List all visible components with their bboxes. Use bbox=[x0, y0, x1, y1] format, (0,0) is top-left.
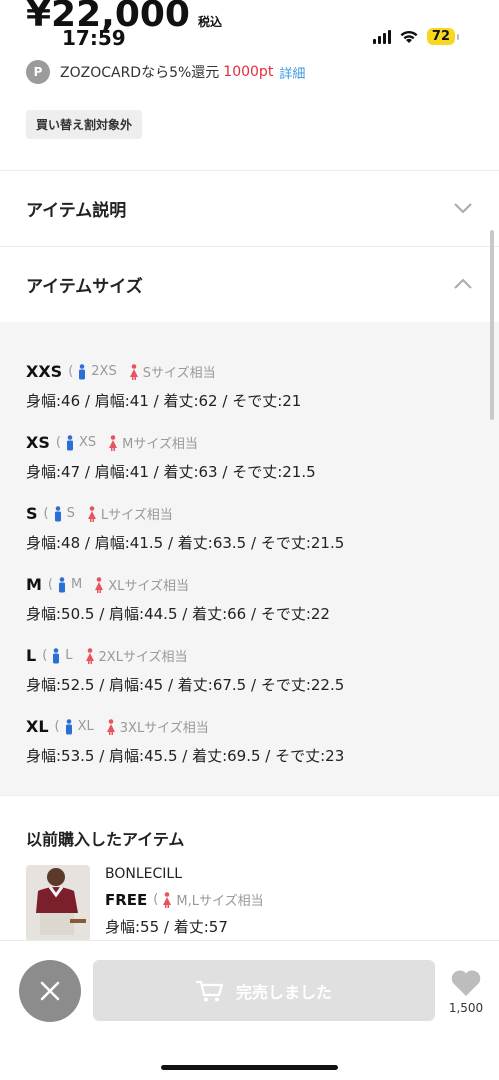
size-row-xxs: XXS ( 2XS Sサイズ相当 身幅:46 / 肩幅:41 / 着丈:62 /… bbox=[26, 362, 302, 410]
favorite-button[interactable]: 1,500 bbox=[446, 969, 486, 1015]
battery-icon: 72 bbox=[426, 28, 459, 45]
wifi-icon bbox=[400, 30, 418, 43]
size-name: FREE bbox=[105, 890, 148, 909]
heart-icon bbox=[451, 970, 481, 996]
female-size: M,Lサイズ相当 bbox=[176, 894, 264, 909]
male-icon bbox=[65, 718, 72, 734]
size-row-xl: XL ( XL 3XLサイズ相当 身幅:53.5 / 肩幅:45.5 / 着丈:… bbox=[26, 717, 345, 765]
female-icon bbox=[87, 505, 96, 522]
signal-icon bbox=[372, 29, 391, 44]
scrollbar[interactable] bbox=[490, 230, 494, 420]
size-row-s: S ( S Lサイズ相当 身幅:48 / 肩幅:41.5 / 着丈:63.5 /… bbox=[26, 504, 345, 552]
status-icons: 72 bbox=[372, 28, 459, 45]
size-dimensions: 身幅:48 / 肩幅:41.5 / 着丈:63.5 / そで丈:21.5 bbox=[26, 534, 345, 552]
close-icon bbox=[40, 981, 60, 1001]
sold-out-button[interactable]: 完売しました bbox=[93, 960, 435, 1021]
male-size: M bbox=[71, 577, 83, 592]
accordion-size[interactable]: アイテムサイズ bbox=[0, 247, 499, 321]
size-name: L bbox=[26, 646, 37, 665]
accordion-description[interactable]: アイテム説明 bbox=[0, 171, 499, 245]
size-name: S bbox=[26, 504, 38, 523]
cart-icon bbox=[195, 980, 224, 1001]
male-icon bbox=[53, 647, 60, 663]
close-button[interactable] bbox=[19, 960, 81, 1022]
size-row-xs: XS ( XS Mサイズ相当 身幅:47 / 肩幅:41 / 着丈:63 / そ… bbox=[26, 433, 316, 481]
size-row-l: L ( L 2XLサイズ相当 身幅:52.5 / 肩幅:45 / 着丈:67.5… bbox=[26, 646, 345, 694]
size-name: XS bbox=[26, 433, 50, 452]
female-size: Sサイズ相当 bbox=[142, 366, 216, 381]
previous-item-size: FREE ( M,Lサイズ相当 bbox=[105, 890, 264, 910]
favorite-count: 1,500 bbox=[448, 1001, 484, 1015]
male-icon bbox=[66, 434, 73, 450]
card-detail-link[interactable]: 詳細 bbox=[279, 63, 305, 82]
sold-out-label: 完売しました bbox=[235, 982, 332, 1002]
size-dimensions: 身幅:52.5 / 肩幅:45 / 着丈:67.5 / そで丈:22.5 bbox=[26, 676, 345, 694]
female-size: XLサイズ相当 bbox=[108, 579, 189, 594]
female-size: Lサイズ相当 bbox=[100, 508, 173, 523]
size-row-m: M ( M XLサイズ相当 身幅:50.5 / 肩幅:44.5 / 着丈:66 … bbox=[26, 575, 330, 623]
size-name: XXS bbox=[26, 362, 63, 381]
previous-item-dimensions: 身幅:55 / 着丈:57 bbox=[105, 918, 228, 936]
female-icon bbox=[106, 718, 115, 735]
size-table: XXS ( 2XS Sサイズ相当 身幅:46 / 肩幅:41 / 着丈:62 /… bbox=[0, 322, 499, 795]
female-icon bbox=[163, 891, 172, 908]
zozocard-row: P ZOZOCARDなら5%還元 1000pt 詳細 bbox=[26, 60, 305, 84]
previous-item-thumbnail[interactable] bbox=[26, 865, 90, 941]
status-time: 17:59 bbox=[62, 26, 126, 50]
previous-item-brand: BONLECILL bbox=[105, 866, 182, 882]
card-points: 1000pt bbox=[223, 64, 274, 80]
female-icon bbox=[85, 647, 94, 664]
male-size: XL bbox=[77, 719, 94, 734]
card-text: ZOZOCARDなら5%還元 bbox=[60, 65, 220, 81]
size-dimensions: 身幅:53.5 / 肩幅:45.5 / 着丈:69.5 / そで丈:23 bbox=[26, 747, 345, 765]
female-icon bbox=[109, 434, 118, 451]
size-dimensions: 身幅:47 / 肩幅:41 / 着丈:63 / そで丈:21.5 bbox=[26, 463, 316, 481]
trade-in-tag: 買い替え割対象外 bbox=[26, 110, 143, 139]
size-dimensions: 身幅:50.5 / 肩幅:44.5 / 着丈:66 / そで丈:22 bbox=[26, 605, 330, 623]
male-size: 2XS bbox=[91, 364, 117, 379]
male-icon bbox=[79, 363, 86, 379]
male-size: S bbox=[66, 506, 75, 521]
female-icon bbox=[95, 576, 104, 593]
size-name: XL bbox=[26, 717, 49, 736]
female-size: Mサイズ相当 bbox=[122, 437, 198, 452]
chevron-down-icon bbox=[453, 198, 473, 218]
female-size: 2XLサイズ相当 bbox=[98, 650, 188, 665]
male-icon bbox=[59, 576, 65, 592]
size-name: M bbox=[26, 575, 42, 594]
size-dimensions: 身幅:46 / 肩幅:41 / 着丈:62 / そで丈:21 bbox=[26, 392, 302, 410]
accordion-size-title: アイテムサイズ bbox=[26, 276, 143, 297]
female-icon bbox=[129, 363, 138, 380]
tax-label: 税込 bbox=[197, 15, 222, 29]
divider bbox=[0, 795, 499, 796]
male-size: L bbox=[65, 648, 73, 663]
bottom-action-bar: 完売しました 1,500 bbox=[0, 940, 499, 1080]
accordion-description-title: アイテム説明 bbox=[26, 200, 127, 221]
previous-purchase-title: 以前購入したアイテム bbox=[26, 830, 185, 849]
male-size: XS bbox=[78, 435, 97, 450]
point-icon: P bbox=[26, 60, 50, 84]
male-icon bbox=[54, 505, 61, 521]
chevron-up-icon bbox=[453, 274, 473, 294]
battery-level: 72 bbox=[431, 29, 450, 44]
home-indicator bbox=[161, 1065, 338, 1070]
female-size: 3XLサイズ相当 bbox=[119, 721, 209, 736]
